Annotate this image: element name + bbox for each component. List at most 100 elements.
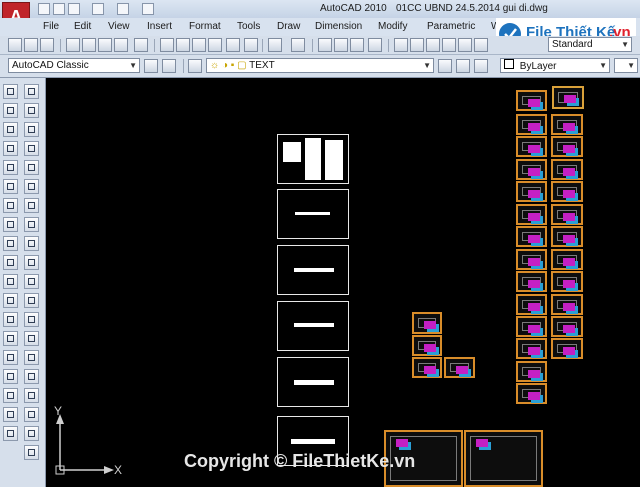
cut-icon[interactable] [160,38,174,52]
menu-dimension[interactable]: Dimension [315,21,362,32]
erase-icon[interactable] [24,84,39,99]
plan-thumbnail[interactable] [516,159,547,180]
ellipse-arc-icon[interactable] [3,274,18,289]
mirror-icon[interactable] [24,122,39,137]
etransmit-icon[interactable] [134,38,148,52]
new-file-icon[interactable] [38,3,50,15]
3d-dwf-icon[interactable] [114,38,128,52]
markup-icon[interactable] [458,38,472,52]
properties-icon[interactable] [394,38,408,52]
plan-thumbnail[interactable] [412,357,442,378]
drawing-sheet[interactable] [277,357,349,407]
copy-icon[interactable] [176,38,190,52]
move-icon[interactable] [24,179,39,194]
construction-line-icon[interactable] [3,103,18,118]
text-style-select[interactable]: Standard ▼ [548,37,632,52]
layer-match-icon[interactable] [474,59,488,73]
save-icon[interactable] [68,3,80,15]
plot-icon[interactable] [142,3,154,15]
ellipse-icon[interactable] [3,255,18,270]
dimension-icon[interactable] [24,426,39,441]
plan-thumbnail[interactable] [516,136,547,157]
point-icon[interactable] [3,331,18,346]
region-icon[interactable] [3,388,18,403]
polyline-icon[interactable] [3,122,18,137]
break-at-point-icon[interactable] [24,293,39,308]
plan-thumbnail[interactable] [551,249,583,270]
plan-thumbnail[interactable] [516,249,547,270]
break-icon[interactable] [24,312,39,327]
multiline-text-icon[interactable] [3,426,18,441]
explode-icon[interactable] [24,388,39,403]
drawing-sheet[interactable] [277,134,349,184]
circle-icon[interactable] [3,198,18,213]
zoom-previous-icon[interactable] [368,38,382,52]
workspace-switch-icon[interactable] [162,59,176,73]
plan-thumbnail[interactable] [516,294,547,315]
plan-thumbnail[interactable] [412,335,442,356]
plan-thumbnail[interactable] [551,226,583,247]
menu-format[interactable]: Format [189,21,221,32]
menu-view[interactable]: View [108,21,130,32]
sheet-set-icon[interactable] [442,38,456,52]
drawing-sheet[interactable] [277,189,349,239]
paste-block-icon[interactable] [208,38,222,52]
plan-thumbnail[interactable] [551,181,583,202]
menu-draw[interactable]: Draw [277,21,300,32]
workspace-settings-icon[interactable] [144,59,158,73]
spline-icon[interactable] [3,236,18,251]
match-properties-icon[interactable] [226,38,240,52]
undo-icon[interactable] [268,38,282,52]
undo-icon[interactable] [92,3,104,15]
chamfer-icon[interactable] [24,350,39,365]
make-block-icon[interactable] [3,312,18,327]
plan-thumbnail[interactable] [551,316,583,337]
insert-block-icon[interactable] [3,293,18,308]
trim-icon[interactable] [24,255,39,270]
open-icon[interactable] [24,38,38,52]
plan-thumbnail[interactable] [551,114,583,135]
paste-icon[interactable] [192,38,206,52]
redo-icon[interactable] [291,38,305,52]
rotate-icon[interactable] [24,198,39,213]
workspace-select[interactable]: AutoCAD Classic ▼ [8,58,140,73]
plan-thumbnail[interactable] [516,316,547,337]
qnew-icon[interactable] [8,38,22,52]
design-center-icon[interactable] [410,38,424,52]
layer-previous-icon[interactable] [456,59,470,73]
revision-cloud-icon[interactable] [3,217,18,232]
line-icon[interactable] [3,84,18,99]
linetype-select[interactable]: ▼ [614,58,638,73]
plot-icon[interactable] [66,38,80,52]
menu-edit[interactable]: Edit [74,21,91,32]
open-file-icon[interactable] [53,3,65,15]
plan-thumbnail[interactable] [516,90,547,111]
menu-file[interactable]: File [43,21,59,32]
array-icon[interactable] [24,160,39,175]
pan-icon[interactable] [318,38,332,52]
drawing-canvas[interactable]: Y X Copyright © FileThietKe.vn [46,78,640,487]
properties-small-icon[interactable] [24,445,39,460]
detail-sheet[interactable] [464,430,543,487]
hatch-icon[interactable] [3,350,18,365]
block-editor-icon[interactable] [244,38,258,52]
menu-tools[interactable]: Tools [237,21,260,32]
scale-icon[interactable] [24,217,39,232]
plan-thumbnail[interactable] [551,294,583,315]
gradient-icon[interactable] [3,369,18,384]
publish-icon[interactable] [98,38,112,52]
offset-icon[interactable] [24,141,39,156]
plan-thumbnail[interactable] [412,312,442,334]
plan-thumbnail[interactable] [516,383,547,404]
plan-thumbnail[interactable] [551,136,583,157]
plan-thumbnail[interactable] [516,181,547,202]
extend-icon[interactable] [24,274,39,289]
plan-thumbnail[interactable] [551,159,583,180]
fillet-icon[interactable] [24,369,39,384]
plan-thumbnail[interactable] [551,338,583,359]
save-icon[interactable] [40,38,54,52]
plan-thumbnail[interactable] [444,357,475,378]
join-icon[interactable] [24,331,39,346]
plan-thumbnail[interactable] [516,271,547,292]
plan-thumbnail[interactable] [551,271,583,292]
